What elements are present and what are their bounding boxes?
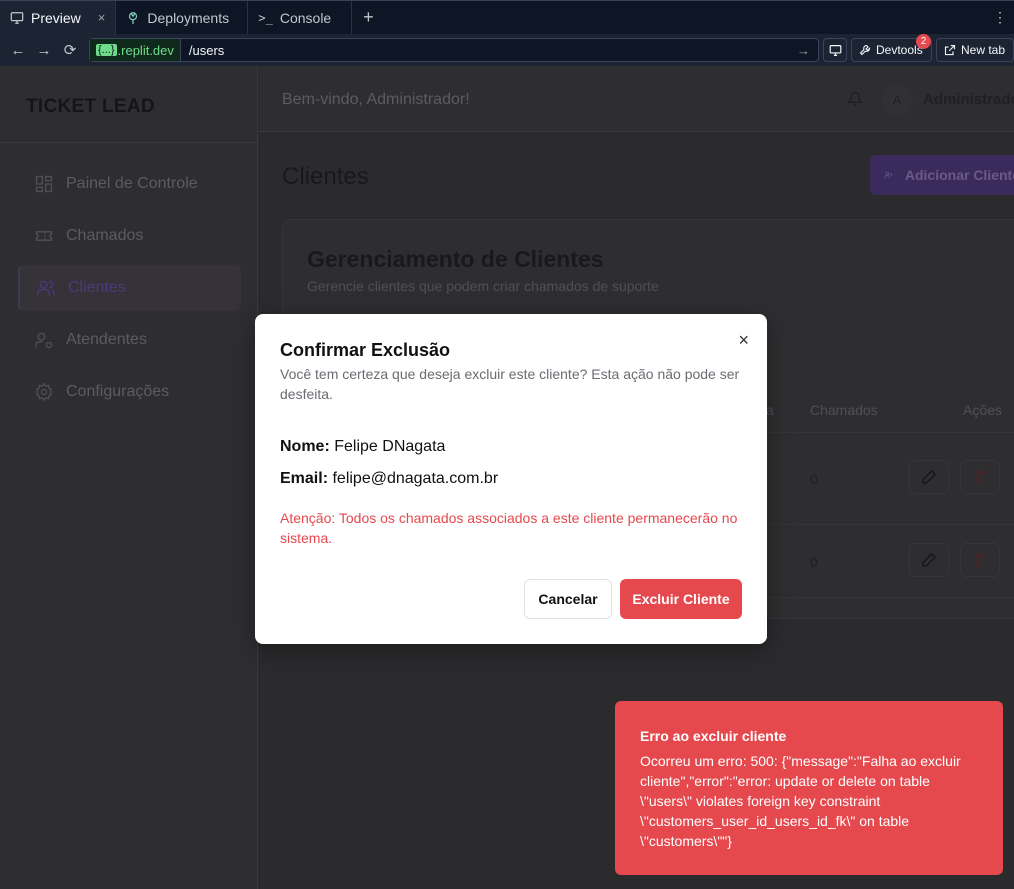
forward-icon[interactable]: →	[31, 42, 57, 59]
new-tab-button[interactable]: +	[352, 1, 384, 34]
external-link-icon	[944, 44, 956, 56]
delete-client-button[interactable]: Excluir Cliente	[620, 579, 742, 619]
dialog-description: Você tem certeza que deseja excluir este…	[280, 366, 740, 402]
tab-label: Deployments	[147, 9, 230, 26]
monitor-icon	[10, 11, 24, 24]
wrench-icon	[859, 44, 871, 56]
sidebar-item-settings[interactable]: Configurações	[18, 369, 241, 415]
sidebar-item-agents[interactable]: Atendentes	[18, 317, 241, 363]
deploy-icon	[129, 11, 138, 24]
divider	[0, 142, 258, 143]
add-client-button[interactable]: Adicionar Cliente	[870, 155, 1014, 195]
sidebar-item-clients[interactable]: Clientes	[18, 265, 241, 311]
sidebar-item-label: Atendentes	[66, 331, 147, 348]
user-gear-icon	[35, 332, 53, 349]
column-header-actions: Ações	[963, 402, 1002, 418]
sidebar-item-label: Painel de Controle	[66, 175, 198, 192]
name-label: Nome:	[280, 438, 330, 455]
tab-label: Console	[279, 9, 332, 26]
tab-deployments[interactable]: Deployments	[116, 1, 249, 34]
error-toast: Erro ao excluir cliente Ocorreu um erro:…	[615, 701, 1003, 875]
close-icon[interactable]: ×	[738, 330, 749, 351]
email-label: Email:	[280, 470, 329, 487]
email-value: felipe@dnagata.com.br	[332, 470, 499, 487]
avatar[interactable]: A	[881, 84, 913, 116]
top-header: Bem-vindo, Administrador! A Administrado…	[259, 66, 1014, 132]
brand-logo: TICKET LEAD	[26, 96, 155, 117]
open-new-tab-button[interactable]: New tab	[936, 38, 1014, 62]
reload-icon[interactable]: ⟳	[57, 41, 83, 59]
name-value: Felipe DNagata	[334, 438, 446, 455]
devtools-badge: 2	[916, 34, 931, 49]
domain-text: .replit.dev	[117, 42, 174, 58]
cancel-button[interactable]: Cancelar	[524, 579, 612, 619]
tab-console[interactable]: >_ Console	[248, 1, 353, 34]
client-name-row: Nome: Felipe DNagata	[280, 438, 445, 456]
sidebar-item-tickets[interactable]: Chamados	[18, 213, 241, 259]
tickets-count: 0	[810, 554, 818, 570]
monitor-icon	[829, 44, 841, 56]
close-tab-icon[interactable]: ×	[98, 10, 106, 25]
page-title: Clientes	[282, 163, 369, 190]
add-client-label: Adicionar Cliente	[904, 167, 1014, 183]
tab-label: Preview	[31, 9, 81, 26]
sidebar-item-dashboard[interactable]: Painel de Controle	[18, 161, 241, 207]
devtools-label: Devtools	[876, 43, 923, 57]
delete-button[interactable]	[960, 460, 1000, 494]
browser-tab-bar: Preview × Deployments >_ Console + ⋮	[0, 0, 1014, 34]
toast-title: Erro ao excluir cliente	[640, 728, 787, 744]
more-menu-icon[interactable]: ⋮	[993, 9, 1007, 26]
ticket-icon	[35, 231, 53, 241]
user-name[interactable]: Administrador	[923, 91, 1014, 108]
toast-message: Ocorreu um erro: 500: {"message":"Falha …	[640, 753, 961, 849]
url-field[interactable]: {...} .replit.dev /users →	[89, 38, 819, 62]
gear-icon	[35, 382, 53, 402]
sidebar-item-label: Configurações	[66, 383, 170, 400]
tab-preview[interactable]: Preview ×	[0, 1, 117, 34]
url-domain: {...} .replit.dev	[90, 39, 181, 61]
screen-toggle-button[interactable]	[823, 38, 847, 62]
browser-address-bar: ← → ⟳ {...} .replit.dev /users → Devtool…	[0, 34, 1014, 66]
welcome-text: Bem-vindo, Administrador!	[282, 91, 470, 108]
go-arrow-icon[interactable]: →	[797, 43, 818, 58]
pencil-icon	[922, 470, 936, 484]
terminal-icon: >_	[258, 10, 273, 25]
warning-text: Atenção: Todos os chamados associados a …	[280, 510, 738, 546]
delete-button[interactable]	[960, 543, 1000, 577]
confirm-delete-dialog: × Confirmar Exclusão Você tem certeza qu…	[255, 314, 767, 644]
edit-button[interactable]	[909, 543, 949, 577]
devtools-button[interactable]: Devtools 2	[851, 34, 932, 62]
replit-brace-icon: {...}	[96, 44, 117, 56]
bell-icon[interactable]	[847, 91, 863, 107]
card-subtitle: Gerencie clientes que podem criar chamad…	[307, 278, 659, 294]
url-path[interactable]: /users	[181, 43, 797, 58]
sidebar: TICKET LEAD Painel de Controle Chamados …	[0, 66, 258, 889]
edit-button[interactable]	[909, 460, 949, 494]
user-plus-icon	[884, 171, 893, 179]
client-email-row: Email: felipe@dnagata.com.br	[280, 470, 498, 488]
trash-icon	[974, 554, 986, 567]
trash-icon	[974, 471, 986, 484]
sidebar-item-label: Chamados	[66, 227, 144, 244]
card-title: Gerenciamento de Clientes	[307, 246, 604, 272]
users-icon	[37, 280, 55, 296]
column-header-tickets: Chamados	[810, 402, 878, 418]
sidebar-item-label: Clientes	[68, 279, 126, 296]
dashboard-icon	[35, 175, 53, 193]
dialog-title: Confirmar Exclusão	[280, 340, 451, 360]
back-icon[interactable]: ←	[5, 42, 31, 59]
tickets-count: 0	[810, 471, 818, 487]
newtab-label: New tab	[961, 43, 1006, 57]
pencil-icon	[922, 553, 936, 567]
